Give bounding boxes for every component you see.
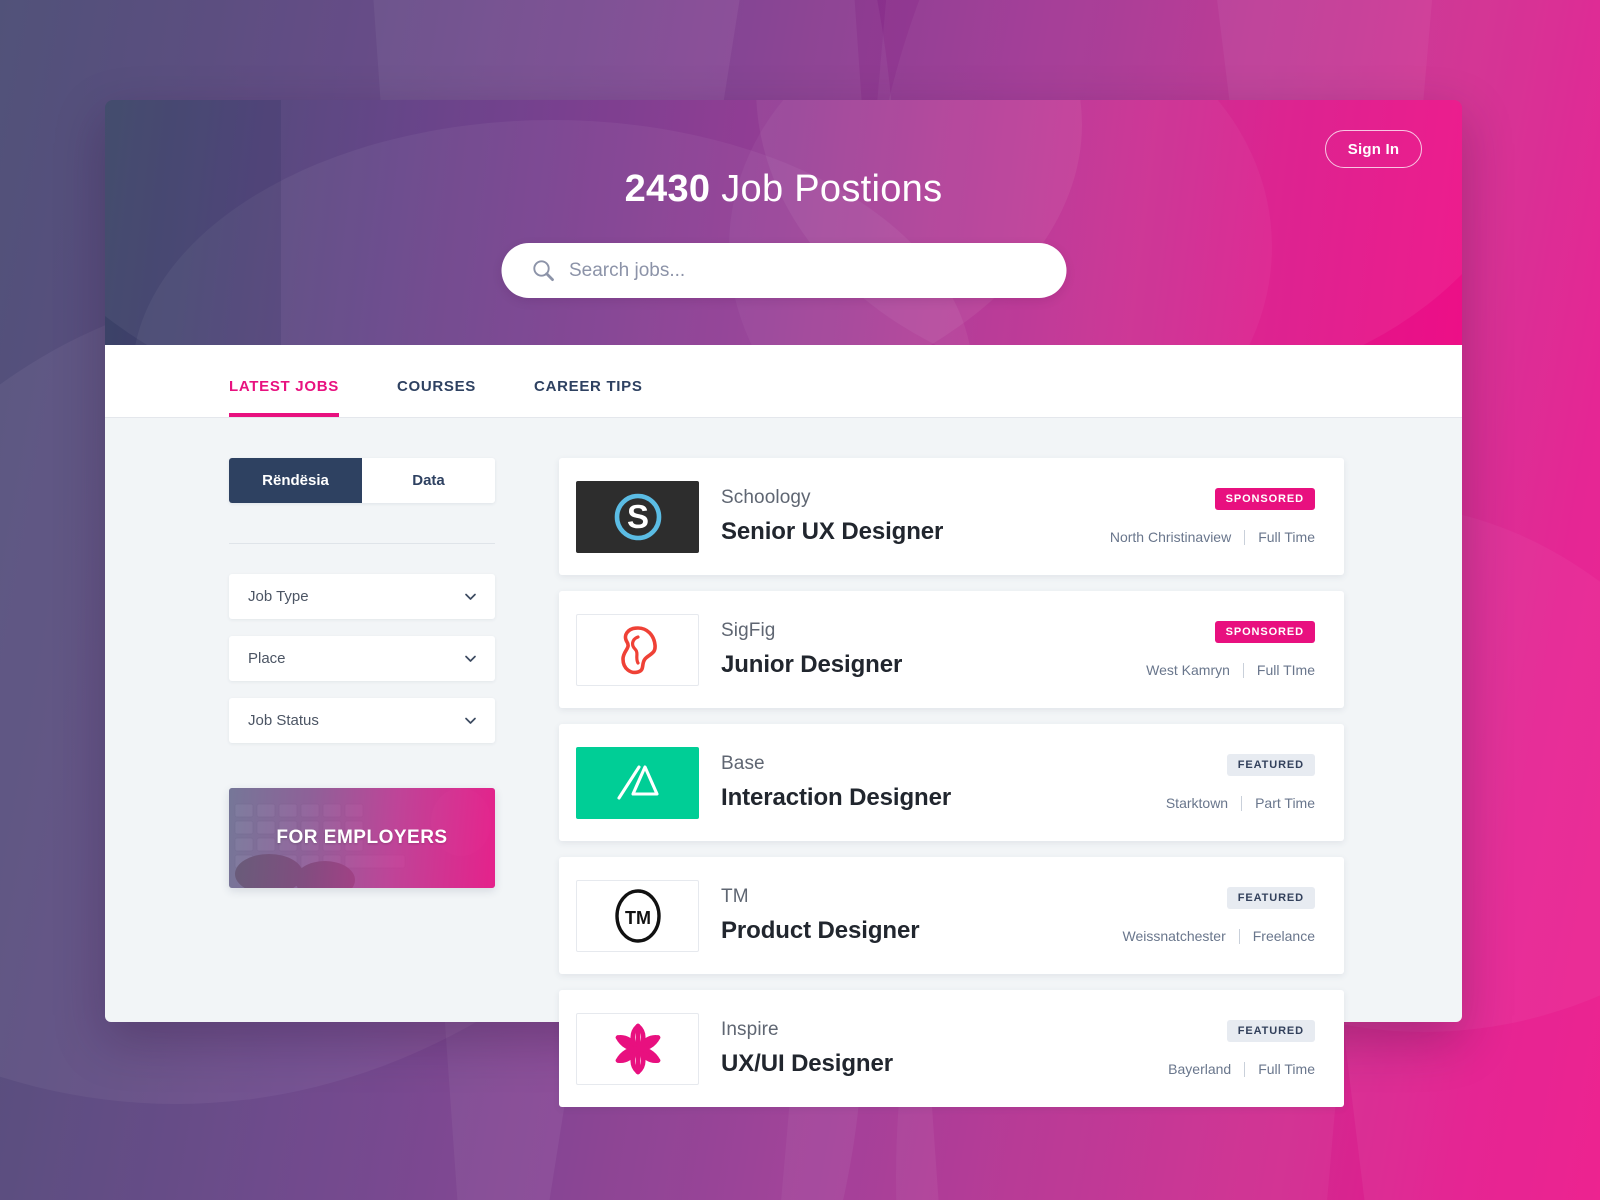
status-badge: FEATURED <box>1226 754 1315 776</box>
tab-latest-jobs[interactable]: LATEST JOBS <box>229 378 339 417</box>
job-meta: West Kamryn Full TIme <box>1146 662 1315 678</box>
job-info: Base Interaction Designer <box>721 753 951 812</box>
hero-shape-5 <box>105 100 282 345</box>
job-employment-type: Full Time <box>1258 1061 1315 1077</box>
status-badge: FEATURED <box>1226 1020 1315 1042</box>
base-logo <box>576 746 699 819</box>
job-meta-group: FEATURED Starktown Part Time <box>1166 724 1315 841</box>
job-employment-type: Full TIme <box>1256 662 1315 678</box>
chevron-down-icon <box>464 652 477 665</box>
status-badge: FEATURED <box>1226 887 1315 909</box>
sort-toggle-date-label: Data <box>412 472 445 489</box>
svg-text:TM: TM <box>625 908 651 928</box>
filter-job-status[interactable]: Job Status <box>229 698 495 743</box>
job-location: West Kamryn <box>1146 662 1230 678</box>
job-card[interactable]: Base Interaction Designer FEATURED Stark… <box>559 724 1344 841</box>
job-title: Senior UX Designer <box>721 518 944 545</box>
job-card[interactable]: Inspire UX/UI Designer FEATURED Bayerlan… <box>559 990 1344 1107</box>
job-employment-type: Full Time <box>1258 529 1315 545</box>
meta-separator <box>1244 1061 1246 1077</box>
job-meta-group: FEATURED Bayerland Full Time <box>1168 990 1315 1107</box>
tab-courses-label: COURSES <box>396 378 477 395</box>
filter-job-type[interactable]: Job Type <box>229 574 495 619</box>
sign-in-label: Sign In <box>1347 140 1400 158</box>
job-employment-type: Freelance <box>1252 928 1315 944</box>
job-card[interactable]: TM TM Product Designer FEATURED Weissnat… <box>559 857 1344 974</box>
sidebar-divider <box>229 543 495 544</box>
meta-separator <box>1241 795 1243 811</box>
search-icon <box>530 258 556 284</box>
job-company: Inspire <box>721 1019 779 1040</box>
job-location: North Christinaview <box>1109 529 1232 545</box>
page-title: 2430 Job Postions <box>105 168 1462 211</box>
tab-career-tips[interactable]: CAREER TIPS <box>534 378 643 417</box>
sort-toggle-relevance[interactable]: Rëndësia <box>229 458 362 503</box>
job-title: Interaction Designer <box>721 784 952 811</box>
sort-toggle-date[interactable]: Data <box>362 458 495 503</box>
page-title-suffix: Job Postions <box>710 168 943 210</box>
tab-career-tips-label: CAREER TIPS <box>534 378 643 395</box>
hero-shape-4 <box>729 100 1273 345</box>
app-window: Sign In 2430 Job Postions LATEST JOBS CO… <box>105 100 1462 1107</box>
job-card[interactable]: S Schoology Senior UX Designer SPONSORED… <box>559 458 1344 575</box>
filter-job-status-label: Job Status <box>248 712 319 729</box>
job-meta: Starktown Part Time <box>1166 795 1315 811</box>
sort-toggle-relevance-label: Rëndësia <box>262 472 329 489</box>
meta-separator <box>1242 662 1244 678</box>
status-badge: SPONSORED <box>1214 621 1315 643</box>
job-employment-type: Part Time <box>1255 795 1315 811</box>
job-title: Product Designer <box>721 917 920 944</box>
job-company: TM <box>721 886 749 907</box>
job-meta-group: SPONSORED West Kamryn Full TIme <box>1146 591 1315 708</box>
job-info: Inspire UX/UI Designer <box>721 1019 893 1078</box>
inspire-logo <box>576 1012 699 1085</box>
job-meta: North Christinaview Full Time <box>1110 529 1315 545</box>
job-info: TM Product Designer <box>721 886 920 945</box>
tab-courses[interactable]: COURSES <box>397 378 476 417</box>
hero-header: Sign In 2430 Job Postions <box>105 100 1462 345</box>
job-count: 2430 <box>624 168 711 210</box>
main-content: Rëndësia Data Job Type Place Job Status … <box>105 418 1462 1107</box>
filter-place[interactable]: Place <box>229 636 495 681</box>
filter-place-label: Place <box>248 650 286 667</box>
job-location: Starktown <box>1165 795 1229 811</box>
job-location: Weissnatchester <box>1122 928 1226 944</box>
tm-logo: TM <box>576 879 699 952</box>
job-info: Schoology Senior UX Designer <box>721 487 943 546</box>
search-bar[interactable] <box>501 243 1066 298</box>
sort-toggle-group: Rëndësia Data <box>229 458 495 503</box>
tab-bar: LATEST JOBS COURSES CAREER TIPS <box>105 345 1462 418</box>
meta-separator <box>1238 928 1240 944</box>
job-company: Base <box>721 753 765 774</box>
filter-job-type-label: Job Type <box>248 588 309 605</box>
chevron-down-icon <box>464 714 477 727</box>
job-company: Schoology <box>721 487 811 508</box>
chevron-down-icon <box>464 590 477 603</box>
for-employers-banner[interactable]: FOR EMPLOYERS <box>229 788 495 888</box>
job-location: Bayerland <box>1168 1061 1232 1077</box>
job-company: SigFig <box>721 620 776 641</box>
sigfig-logo <box>576 613 699 686</box>
sign-in-button[interactable]: Sign In <box>1325 130 1422 168</box>
job-info: SigFig Junior Designer <box>721 620 902 679</box>
job-meta-group: FEATURED Weissnatchester Freelance <box>1123 857 1316 974</box>
job-meta-group: SPONSORED North Christinaview Full Time <box>1110 458 1315 575</box>
meta-separator <box>1244 529 1246 545</box>
for-employers-label: FOR EMPLOYERS <box>276 827 448 848</box>
job-title: Junior Designer <box>721 651 903 678</box>
status-badge: SPONSORED <box>1214 488 1315 510</box>
filter-sidebar: Rëndësia Data Job Type Place Job Status … <box>229 458 495 1022</box>
tab-latest-jobs-label: LATEST JOBS <box>229 378 339 395</box>
svg-text:S: S <box>626 498 648 535</box>
search-input[interactable] <box>569 259 1066 282</box>
job-meta: Bayerland Full Time <box>1168 1061 1315 1077</box>
job-list: S Schoology Senior UX Designer SPONSORED… <box>559 458 1344 1107</box>
job-meta: Weissnatchester Freelance <box>1123 928 1316 944</box>
job-title: UX/UI Designer <box>721 1050 893 1077</box>
job-card[interactable]: SigFig Junior Designer SPONSORED West Ka… <box>559 591 1344 708</box>
schoology-logo: S <box>576 480 699 553</box>
